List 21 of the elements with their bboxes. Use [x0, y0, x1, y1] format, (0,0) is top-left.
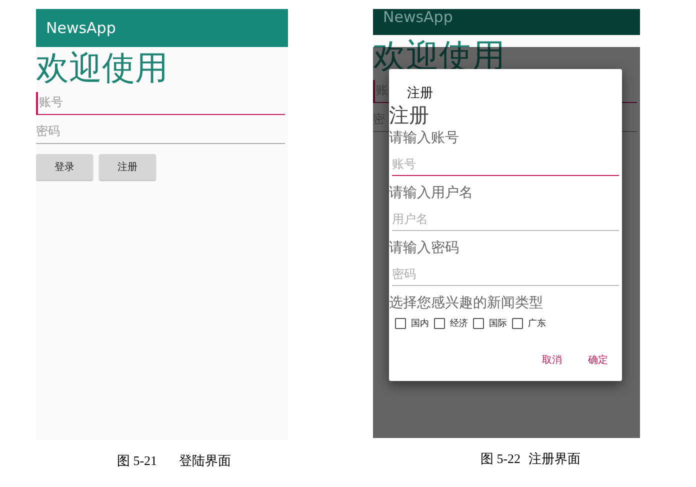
- interest-checkbox[interactable]: 广东: [512, 317, 546, 330]
- field-label: 请输入账号: [389, 129, 460, 147]
- app-title: NewsApp: [383, 10, 453, 25]
- dialog-button[interactable]: 确定: [588, 353, 608, 367]
- welcome-heading: 欢迎使用: [36, 50, 169, 86]
- field-label: 请输入用户名: [389, 184, 474, 202]
- figure-caption: 登陆界面: [179, 452, 232, 470]
- action-button[interactable]: 登录: [36, 154, 93, 180]
- app-title: NewsApp: [46, 20, 116, 36]
- interest-checkbox[interactable]: 国际: [473, 317, 507, 330]
- field-label: 请输入密码: [389, 239, 460, 257]
- interest-checkbox[interactable]: 国内: [395, 317, 429, 330]
- interest-checkbox[interactable]: 经济: [434, 317, 468, 330]
- interest-label: 选择您感兴趣的新闻类型: [389, 294, 544, 312]
- dialog-heading: 注册: [389, 104, 430, 126]
- figure-number: 图 5-22: [480, 450, 521, 468]
- figure-caption: 注册界面: [528, 450, 581, 468]
- dialog-button[interactable]: 取消: [542, 353, 562, 367]
- figure-number: 图 5-21: [116, 452, 158, 470]
- action-button[interactable]: 注册: [99, 154, 156, 180]
- dialog-title: 注册: [407, 85, 434, 102]
